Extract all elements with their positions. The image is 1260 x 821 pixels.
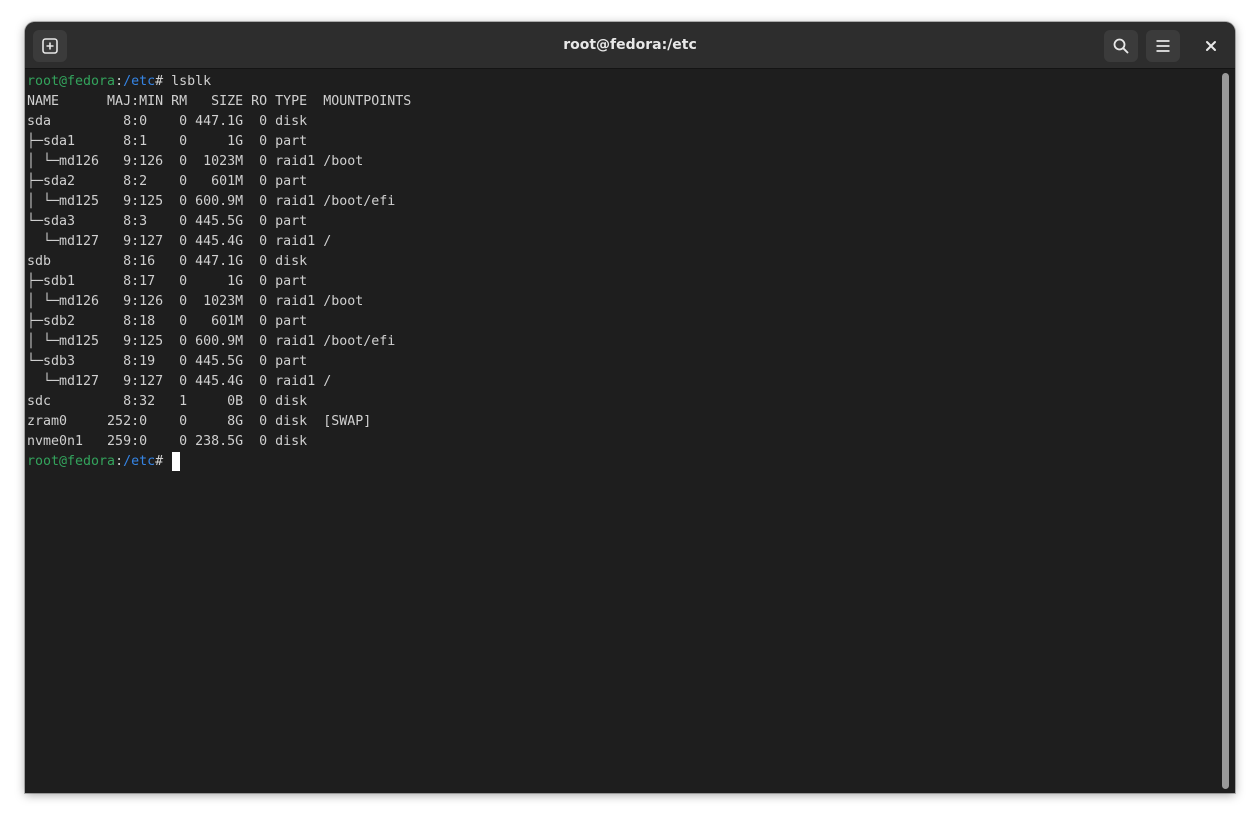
hamburger-menu-icon [1154,37,1172,55]
prompt-symbol: # [155,454,172,469]
prompt-dir: /etc [123,74,156,89]
command-text: lsblk [171,74,212,89]
output-line: sdb 8:16 0 447.1G 0 disk [27,254,308,269]
output-line: sdc 8:32 1 0B 0 disk [27,394,308,409]
output-line: ├─sda2 8:2 0 601M 0 part [27,174,308,189]
close-icon [1205,40,1217,52]
prompt-colon: : [115,454,124,469]
output-line: └─sdb3 8:19 0 445.5G 0 part [27,354,308,369]
output-line: │ └─md125 9:125 0 600.9M 0 raid1 /boot/e… [27,194,396,209]
new-tab-button[interactable] [33,30,67,62]
active-prompt-line[interactable]: root@fedora:/etc# [27,452,1221,472]
main-menu-button[interactable] [1146,30,1180,62]
new-tab-icon [41,37,59,55]
output-line: │ └─md126 9:126 0 1023M 0 raid1 /boot [27,154,364,169]
search-button[interactable] [1104,30,1138,62]
terminal-content[interactable]: root@fedora:/etc# lsblk NAME MAJ:MIN RM … [25,70,1221,793]
window-title: root@fedora:/etc [563,37,697,53]
output-line: sda 8:0 0 447.1G 0 disk [27,114,308,129]
prompt-colon: : [115,74,124,89]
header-bar: root@fedora:/etc [25,22,1235,69]
output-line: ├─sdb2 8:18 0 601M 0 part [27,314,308,329]
command-line: root@fedora:/etc# lsblk [27,72,1221,92]
vertical-scrollbar[interactable] [1222,73,1229,789]
output-line: zram0 252:0 0 8G 0 disk [SWAP] [27,414,372,429]
prompt-dir: /etc [123,454,156,469]
prompt-symbol: # [155,74,172,89]
search-icon [1112,37,1130,55]
output-line: ├─sdb1 8:17 0 1G 0 part [27,274,308,289]
output-line: └─md127 9:127 0 445.4G 0 raid1 / [27,234,332,249]
terminal-window: root@fedora:/etc root@fedora:/etc# lsblk… [25,22,1235,793]
output-line: │ └─md126 9:126 0 1023M 0 raid1 /boot [27,294,364,309]
output-line: └─sda3 8:3 0 445.5G 0 part [27,214,308,229]
close-button[interactable] [1199,34,1223,58]
output-line: │ └─md125 9:125 0 600.9M 0 raid1 /boot/e… [27,334,396,349]
output-line: NAME MAJ:MIN RM SIZE RO TYPE MOUNTPOINTS [27,94,412,109]
prompt-user-host: root@fedora [27,454,116,469]
output-line: ├─sda1 8:1 0 1G 0 part [27,134,308,149]
prompt-user-host: root@fedora [27,74,116,89]
output-line: └─md127 9:127 0 445.4G 0 raid1 / [27,374,332,389]
command-output: NAME MAJ:MIN RM SIZE RO TYPE MOUNTPOINTS… [27,92,1221,452]
text-cursor [172,452,181,471]
output-line: nvme0n1 259:0 0 238.5G 0 disk [27,434,308,449]
